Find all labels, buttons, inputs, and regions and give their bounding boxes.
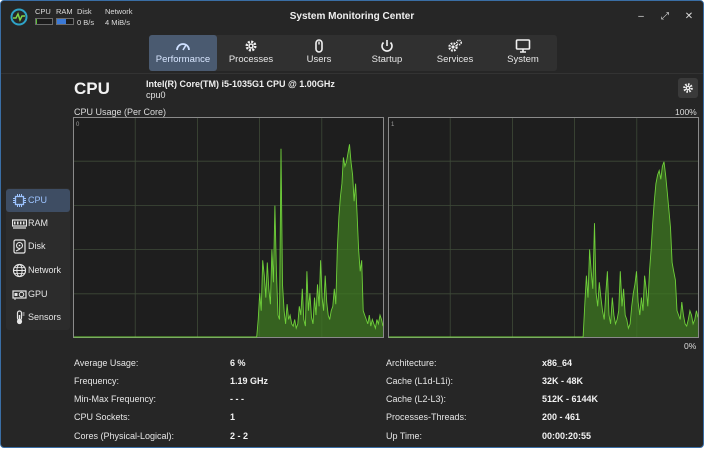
tab-label: Startup: [371, 54, 403, 65]
cpu-device-id: cpu0: [146, 90, 166, 100]
stat-label-min-max-frequency: Min-Max Frequency:: [74, 394, 157, 404]
stat-label-up-time: Up Time:: [386, 431, 423, 441]
sidebar-label: Disk: [28, 241, 46, 251]
stat-label-cache-l2-l3: Cache (L2-L3):: [386, 394, 447, 404]
gears-icon: [448, 39, 463, 52]
maximize-button[interactable]: ⤢: [656, 9, 674, 25]
stat-label-cores: Cores (Physical-Logical):: [74, 431, 175, 441]
sidebar-label: GPU: [28, 289, 48, 299]
sidebar-label: Sensors: [28, 312, 62, 322]
mouse-icon: [315, 39, 323, 53]
title-bar: CPU RAM Disk Network 0 B/s 4 MiB/s Syste…: [1, 1, 703, 33]
tab-users[interactable]: Users: [285, 35, 353, 71]
power-icon: [381, 40, 393, 52]
tab-label: Users: [306, 54, 332, 65]
ram-icon: [12, 219, 27, 229]
tab-processes[interactable]: Processes: [217, 35, 285, 71]
gauge-icon: [176, 43, 190, 51]
stat-value-cache-l2-l3: 512K - 6144K: [542, 394, 599, 404]
stat-value-cpu-sockets: 1: [230, 412, 236, 422]
globe-icon: [12, 263, 27, 278]
stat-value-processes-threads: 200 - 461: [542, 412, 581, 422]
tab-performance[interactable]: Performance: [149, 35, 217, 71]
window-title: System Monitoring Center: [289, 11, 415, 22]
gear-icon: [245, 40, 257, 52]
stat-value-cores: 2 - 2: [230, 431, 249, 441]
sidebar-item-gpu[interactable]: GPU: [6, 283, 70, 306]
disk-icon: [13, 239, 26, 254]
stat-value-up-time: 00:00:20:55: [542, 431, 592, 441]
tab-startup[interactable]: Startup: [353, 35, 421, 71]
tab-label: System: [507, 54, 539, 65]
sidebar-label: Network: [28, 265, 62, 275]
sidebar-item-disk[interactable]: Disk: [6, 235, 70, 258]
header-divider: [1, 73, 703, 74]
monitor-icon: [515, 39, 531, 53]
stat-value-average-usage: 6 %: [230, 358, 246, 368]
stat-label-cache-l1: Cache (L1d-L1i):: [386, 376, 454, 386]
thermometer-icon: [16, 310, 25, 325]
stat-label-frequency: Frequency:: [74, 376, 120, 386]
stat-label-architecture: Architecture:: [386, 358, 437, 368]
tab-label: Processes: [228, 54, 274, 65]
device-sidebar: CPU RAM Disk Network GPU Sensors: [6, 188, 70, 330]
tab-services[interactable]: Services: [421, 35, 489, 71]
stat-value-min-max-frequency: - - -: [230, 394, 244, 404]
tab-system[interactable]: System: [489, 35, 557, 71]
app-window: CPU RAM Disk Network 0 B/s 4 MiB/s Syste…: [0, 0, 704, 448]
stat-value-architecture: x86_64: [542, 358, 573, 368]
core-graph-0: 0: [73, 117, 384, 338]
stat-label-average-usage: Average Usage:: [74, 358, 139, 368]
minimize-button[interactable]: –: [632, 9, 650, 25]
sidebar-item-sensors[interactable]: Sensors: [6, 306, 70, 329]
sidebar-item-cpu[interactable]: CPU: [6, 189, 70, 212]
gpu-icon: [12, 290, 27, 300]
cpu-usage-title: CPU Usage (Per Core): [74, 107, 167, 117]
sidebar-label: RAM: [28, 218, 48, 228]
graph-max-label: 100%: [675, 107, 697, 117]
stat-label-processes-threads: Processes-Threads:: [386, 412, 467, 422]
settings-button[interactable]: [678, 78, 698, 98]
core-graph-1: 1: [388, 117, 699, 338]
page-title: CPU: [74, 79, 110, 98]
stat-value-cache-l1: 32K - 48K: [542, 376, 584, 386]
cpu-chip-icon: [13, 194, 26, 207]
tab-label: Performance: [155, 54, 211, 65]
cpu-model-name: Intel(R) Core(TM) i5-1035G1 CPU @ 1.00GH…: [146, 79, 335, 89]
cpu-usage-graphs: 01: [73, 117, 699, 338]
close-button[interactable]: ✕: [680, 9, 698, 25]
tab-label: Services: [436, 54, 474, 65]
sidebar-item-network[interactable]: Network: [6, 259, 70, 282]
gear-icon: [683, 83, 693, 93]
stat-label-cpu-sockets: CPU Sockets:: [74, 412, 131, 422]
main-tab-bar: Performance Processes Users Startup Serv…: [149, 35, 557, 71]
sidebar-item-ram[interactable]: RAM: [6, 212, 70, 235]
graph-min-label: 0%: [684, 341, 697, 351]
stat-value-frequency: 1.19 GHz: [230, 376, 269, 386]
sidebar-label: CPU: [28, 195, 48, 205]
